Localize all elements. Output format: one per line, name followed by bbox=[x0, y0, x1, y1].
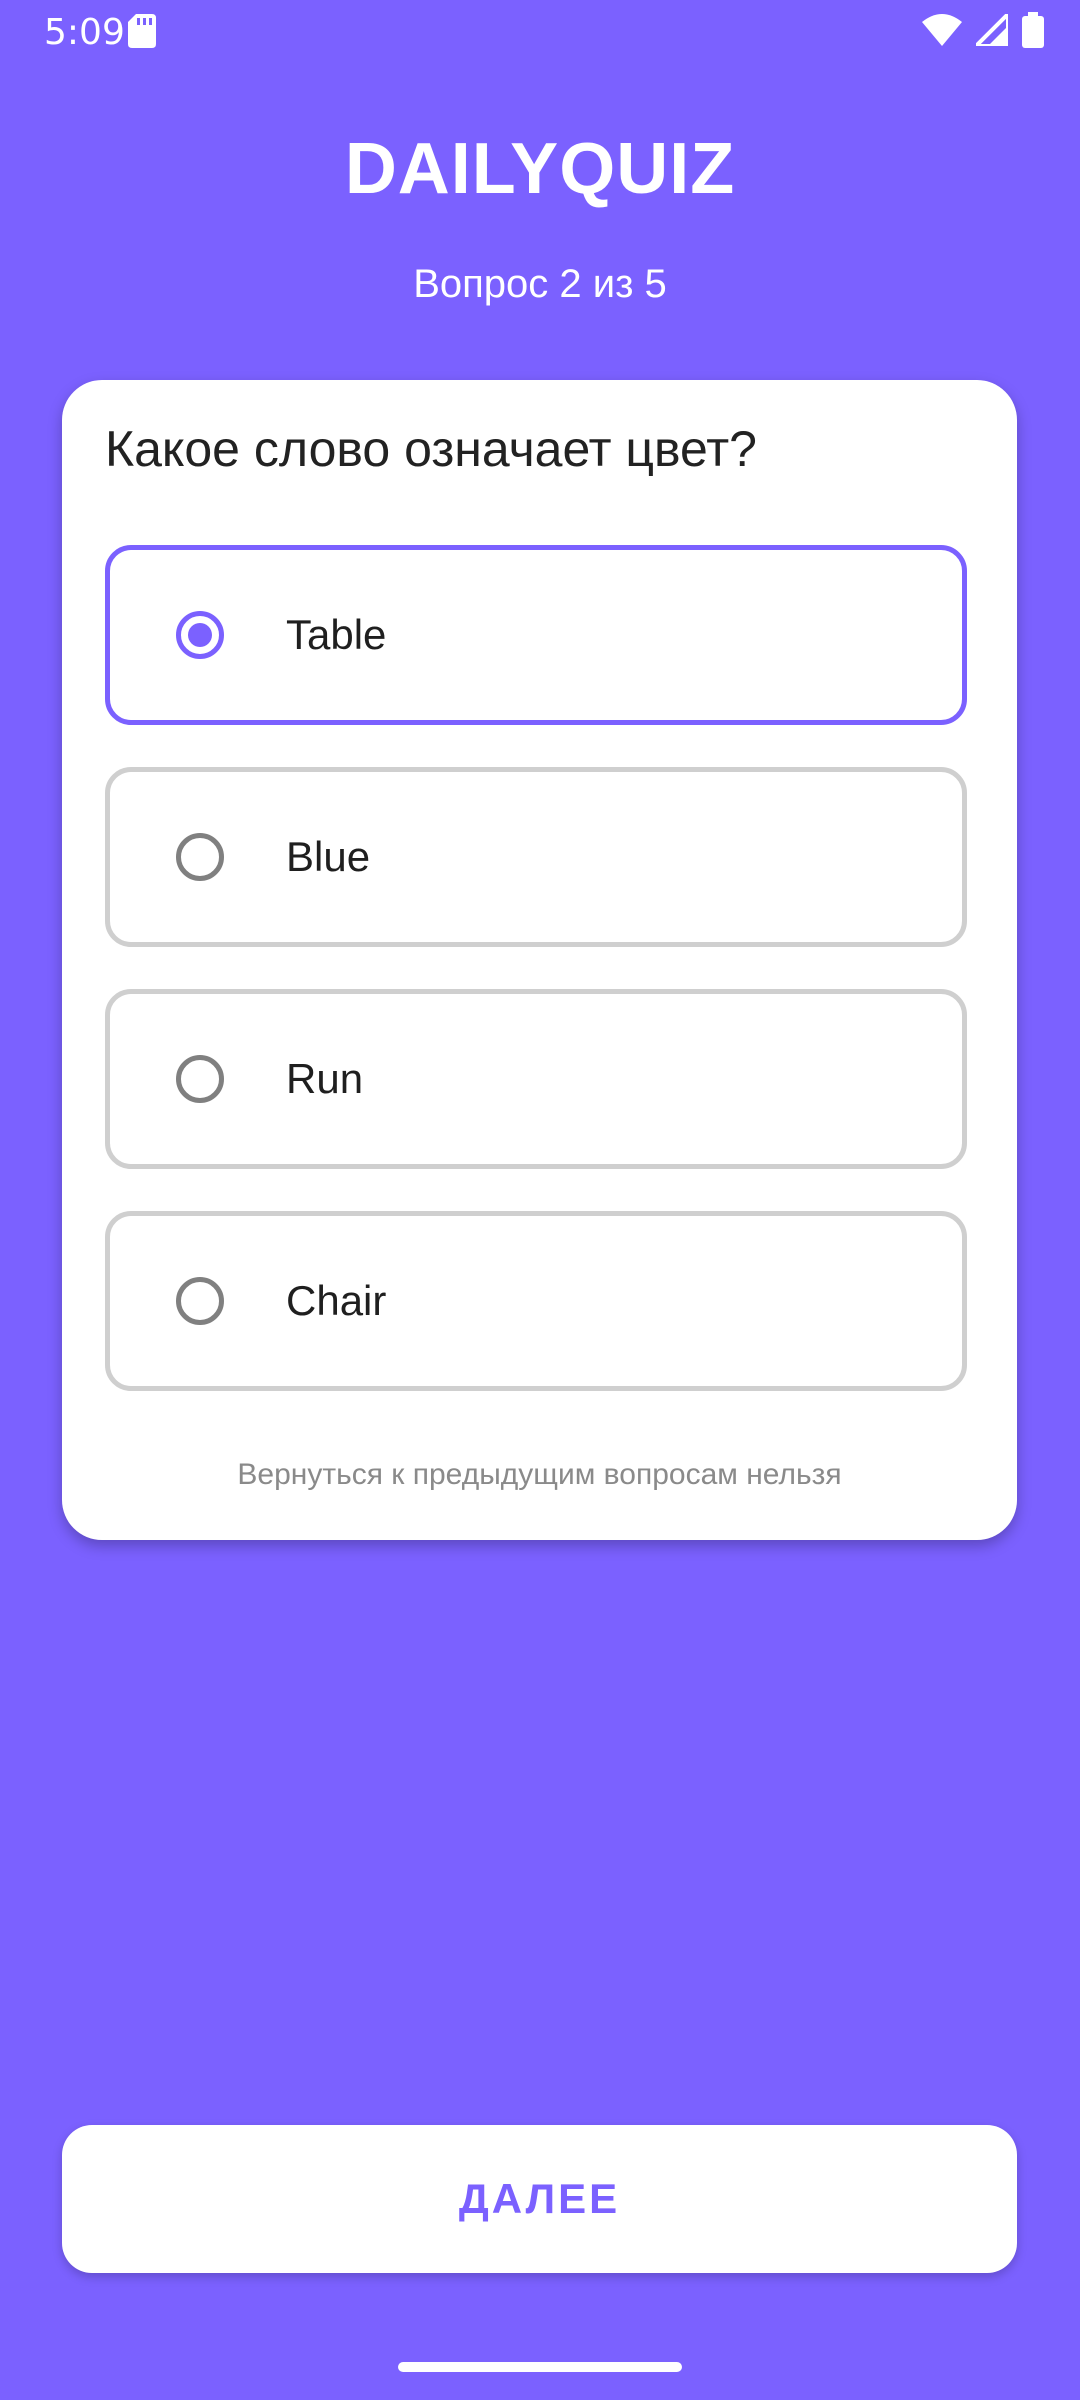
status-bar: 5:09 bbox=[0, 0, 1080, 64]
status-time: 5:09 bbox=[44, 12, 125, 53]
answer-option-1[interactable]: Table bbox=[105, 545, 967, 725]
gesture-nav-bar[interactable] bbox=[398, 2362, 682, 2372]
answer-label: Blue bbox=[286, 833, 371, 880]
question-text: Какое слово означает цвет? bbox=[105, 421, 757, 477]
radio-unselected-icon[interactable] bbox=[176, 1277, 224, 1325]
radio-unselected-icon[interactable] bbox=[176, 1055, 224, 1103]
question-card: Какое слово означает цвет? Table Blue Ru… bbox=[62, 380, 1017, 1540]
answer-label: Run bbox=[286, 1055, 364, 1102]
answer-option-2[interactable]: Blue bbox=[105, 767, 967, 947]
battery-icon bbox=[1022, 12, 1044, 53]
quiz-screen: 5:09 DAILYQUIZ Вопрос 2 из 5 Какое слово… bbox=[0, 0, 1080, 2400]
radio-selected-icon[interactable] bbox=[176, 611, 224, 659]
next-button[interactable]: ДАЛЕЕ bbox=[62, 2125, 1017, 2273]
question-progress: Вопрос 2 из 5 bbox=[413, 262, 667, 306]
app-title: DAILYQUIZ bbox=[344, 129, 736, 209]
sd-card-icon bbox=[128, 14, 156, 48]
wifi-icon bbox=[922, 14, 962, 51]
answer-option-4[interactable]: Chair bbox=[105, 1211, 967, 1391]
no-back-note: Вернуться к предыдущим вопросам нельзя bbox=[237, 1458, 842, 1491]
signal-icon bbox=[971, 9, 1010, 51]
answer-option-3[interactable]: Run bbox=[105, 989, 967, 1169]
status-icons bbox=[922, 9, 1044, 53]
answer-label: Table bbox=[286, 611, 387, 658]
radio-unselected-icon[interactable] bbox=[176, 833, 224, 881]
radio-dot bbox=[188, 623, 212, 647]
answer-label: Chair bbox=[286, 1277, 387, 1324]
